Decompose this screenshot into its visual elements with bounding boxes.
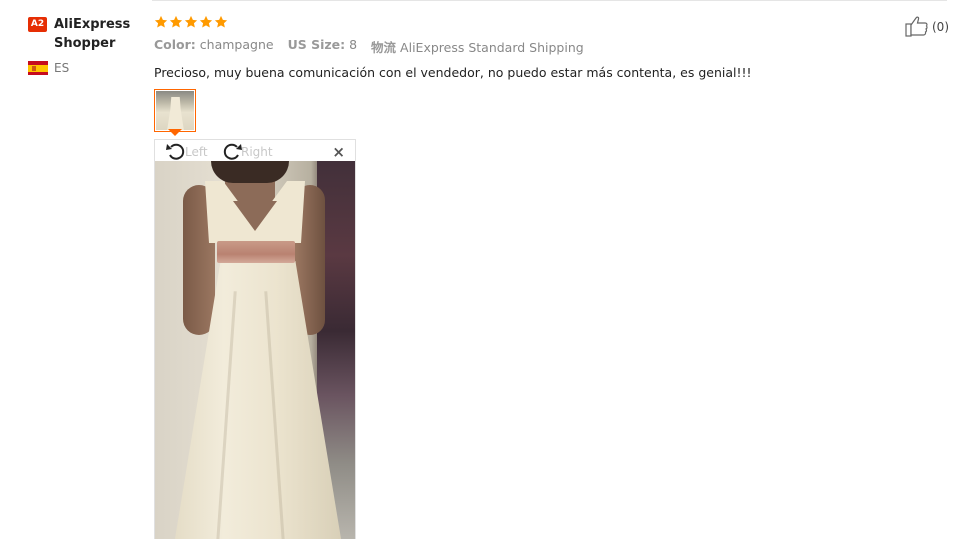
shipping-label: 物流	[371, 40, 397, 55]
size-value: 8	[349, 37, 358, 52]
level-badge: A2	[28, 17, 47, 32]
rotate-left-label: Left	[185, 145, 208, 159]
review-photo-thumbnail[interactable]	[154, 89, 196, 132]
viewer-toolbar: Left Right ×	[155, 140, 355, 161]
star-icon	[214, 15, 228, 29]
close-viewer-button[interactable]: ×	[332, 143, 345, 161]
color-label: Color:	[154, 37, 196, 52]
thumbs-up-icon	[905, 16, 928, 37]
thumbnail-pointer	[168, 129, 182, 136]
photo-viewer: Left Right ×	[154, 139, 356, 539]
rotate-right-icon	[223, 143, 242, 160]
color-value: champagne	[199, 37, 274, 52]
order-info: Color: champagne US Size: 8 物流 AliExpres…	[154, 37, 874, 56]
top-divider	[152, 0, 947, 1]
review-body: Color: champagne US Size: 8 物流 AliExpres…	[154, 13, 874, 80]
rotate-right-button[interactable]: Right	[221, 141, 273, 161]
helpful-count: (0)	[932, 20, 949, 34]
star-icon	[154, 15, 168, 29]
reviewer-name: AliExpress Shopper	[54, 17, 131, 51]
spain-flag-icon	[28, 61, 48, 75]
review-comment: Precioso, muy buena comunicación con el …	[154, 65, 752, 80]
country-code: ES	[54, 61, 70, 75]
star-icon	[184, 15, 198, 29]
star-icon	[169, 15, 183, 29]
star-rating	[154, 13, 874, 31]
reviewer-info: A2 AliExpress Shopper ES	[28, 15, 143, 75]
rotate-right-label: Right	[241, 145, 273, 159]
helpful-button[interactable]: (0)	[905, 15, 949, 37]
review-photo	[155, 161, 355, 539]
reviewer-country: ES	[28, 61, 143, 75]
rotate-left-button[interactable]: Left	[165, 141, 208, 161]
star-icon	[199, 15, 213, 29]
size-label: US Size:	[287, 37, 346, 52]
shipping-value: AliExpress Standard Shipping	[400, 40, 584, 55]
rotate-left-icon	[166, 143, 185, 160]
